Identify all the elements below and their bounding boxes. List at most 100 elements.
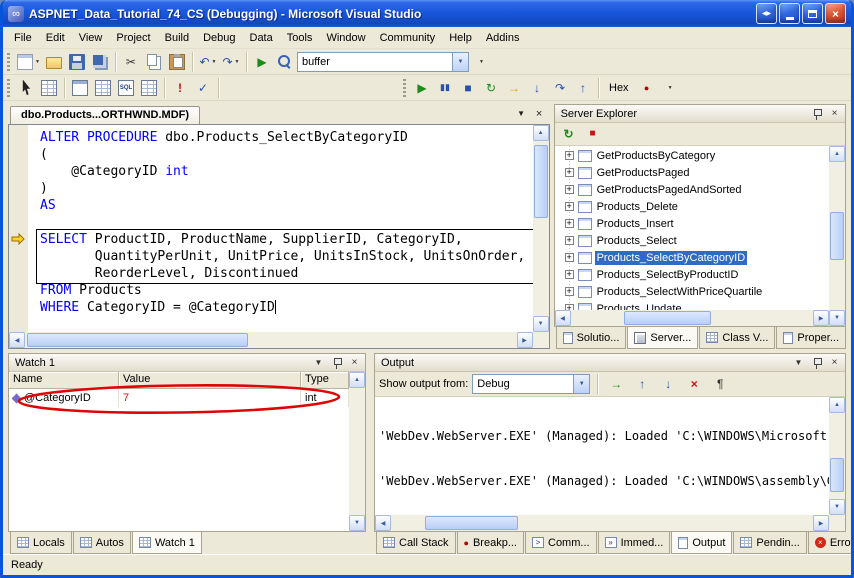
editor-horizontal-scrollbar[interactable]: ◀ ▶ <box>9 332 549 348</box>
tree-horizontal-scrollbar[interactable]: ◀ ▶ <box>555 310 829 326</box>
tab-properties[interactable]: Proper... <box>776 327 846 349</box>
editor-vertical-scrollbar[interactable]: ▲ ▼ <box>533 125 549 332</box>
scroll-down-button[interactable]: ▼ <box>533 316 549 332</box>
tab-solution-explorer[interactable]: Solutio... <box>556 327 627 349</box>
toolbar-options-button[interactable]: ▼ <box>659 77 681 99</box>
next-message-button[interactable]: ↓ <box>657 373 679 395</box>
tab-autos[interactable]: Autos <box>73 532 131 554</box>
save-all-button[interactable] <box>89 51 111 73</box>
minimize-button[interactable] <box>779 3 800 24</box>
menu-window[interactable]: Window <box>319 29 372 47</box>
document-list-button[interactable]: ▼ <box>514 106 529 121</box>
server-explorer-tree[interactable]: +GetProductsByCategory +GetProductsPaged… <box>555 146 829 326</box>
undo-button[interactable]: ↶▼ <box>197 51 219 73</box>
tree-expand-icon[interactable]: + <box>565 270 574 279</box>
code-editor[interactable]: ALTER PROCEDURE dbo.Products_SelectByCat… <box>28 125 533 332</box>
start-debug-button[interactable]: ▶ <box>251 51 273 73</box>
pin-button[interactable] <box>329 356 344 370</box>
scroll-up-button[interactable]: ▲ <box>349 372 365 388</box>
close-document-button[interactable]: × <box>532 106 547 121</box>
show-sql-pane-button[interactable]: SQL <box>115 77 137 99</box>
tree-item[interactable]: +GetProductsByCategory <box>555 147 829 164</box>
tree-item[interactable]: +Products_Insert <box>555 215 829 232</box>
scroll-track[interactable] <box>829 413 845 499</box>
tab-locals[interactable]: Locals <box>10 532 72 554</box>
tree-item[interactable]: +Products_Select <box>555 232 829 249</box>
tree-expand-icon[interactable]: + <box>565 202 574 211</box>
step-into-button[interactable]: ↓ <box>526 77 548 99</box>
tab-immediate-window[interactable]: »Immed... <box>598 532 671 554</box>
scroll-track[interactable] <box>533 141 549 316</box>
show-next-statement-button[interactable]: → <box>503 77 525 99</box>
menu-addins[interactable]: Addins <box>479 29 527 47</box>
output-vertical-scrollbar[interactable]: ▲ ▼ <box>829 397 845 515</box>
tree-item[interactable]: +Products_SelectByProductID <box>555 266 829 283</box>
tab-class-view[interactable]: Class V... <box>699 327 775 349</box>
tab-server-explorer[interactable]: Server... <box>627 327 698 349</box>
tab-error-list[interactable]: ×Error List <box>808 532 854 554</box>
menu-community[interactable]: Community <box>373 29 443 47</box>
step-over-button[interactable]: ↷ <box>549 77 571 99</box>
document-tab[interactable]: dbo.Products...ORTHWND.MDF) <box>10 106 200 124</box>
tab-watch-1[interactable]: Watch 1 <box>132 532 202 554</box>
maximize-button[interactable] <box>802 3 823 24</box>
toggle-word-wrap-button[interactable]: ¶ <box>709 373 731 395</box>
scroll-thumb[interactable] <box>534 145 548 219</box>
tab-output[interactable]: Output <box>671 532 732 554</box>
clear-all-button[interactable]: × <box>683 373 705 395</box>
column-header-value[interactable]: Value <box>119 372 301 389</box>
open-file-button[interactable] <box>43 51 65 73</box>
scroll-left-button[interactable]: ◀ <box>375 515 391 531</box>
hex-button[interactable]: Hex <box>603 80 635 96</box>
stop-refresh-button[interactable]: ■ <box>582 123 604 145</box>
pointer-button[interactable] <box>15 77 37 99</box>
close-panel-button[interactable]: × <box>827 107 842 121</box>
tab-command-window[interactable]: >Comm... <box>525 532 597 554</box>
toolbar-grip[interactable] <box>7 53 10 71</box>
add-new-item-button[interactable]: ▼ <box>15 51 42 73</box>
redo-button[interactable]: ↷▼ <box>220 51 242 73</box>
watch-vertical-scrollbar[interactable]: ▲ ▼ <box>349 372 365 531</box>
output-horizontal-scrollbar[interactable]: ◀ ▶ <box>375 515 845 531</box>
menu-tools[interactable]: Tools <box>280 29 320 47</box>
toolbar-grip[interactable] <box>7 79 10 97</box>
menu-view[interactable]: View <box>72 29 110 47</box>
scroll-right-button[interactable]: ▶ <box>517 332 533 348</box>
menu-build[interactable]: Build <box>158 29 196 47</box>
scroll-track[interactable] <box>391 515 813 531</box>
show-diagram-pane-button[interactable] <box>69 77 91 99</box>
execute-sql-button[interactable]: ! <box>169 77 191 99</box>
scroll-right-button[interactable]: ▶ <box>813 515 829 531</box>
menu-help[interactable]: Help <box>442 29 479 47</box>
verify-sql-button[interactable]: ✓ <box>192 77 214 99</box>
menu-data[interactable]: Data <box>243 29 280 47</box>
scroll-thumb[interactable] <box>425 516 518 530</box>
column-header-type[interactable]: Type <box>301 372 349 389</box>
tree-item[interactable]: +Products_SelectWithPriceQuartile <box>555 283 829 300</box>
scroll-up-button[interactable]: ▲ <box>829 397 845 413</box>
save-button[interactable] <box>66 51 88 73</box>
menu-edit[interactable]: Edit <box>39 29 72 47</box>
toolbar-grip[interactable] <box>403 79 406 97</box>
scroll-up-button[interactable]: ▲ <box>829 146 845 162</box>
scroll-track[interactable] <box>349 388 365 515</box>
close-panel-button[interactable]: × <box>827 356 842 370</box>
pin-button[interactable] <box>809 356 824 370</box>
menu-debug[interactable]: Debug <box>196 29 242 47</box>
scroll-thumb[interactable] <box>830 458 844 492</box>
breakpoint-margin[interactable] <box>9 125 28 332</box>
tree-vertical-scrollbar[interactable]: ▲ ▼ <box>829 146 845 326</box>
stop-debugging-button[interactable]: ■ <box>457 77 479 99</box>
cut-button[interactable]: ✂ <box>120 51 142 73</box>
refresh-button[interactable]: ↻ <box>558 123 580 145</box>
show-criteria-pane-button[interactable] <box>92 77 114 99</box>
previous-message-button[interactable]: ↑ <box>631 373 653 395</box>
scroll-right-button[interactable]: ▶ <box>813 310 829 326</box>
tab-pending-checkins[interactable]: Pendin... <box>733 532 806 554</box>
show-results-pane-button[interactable] <box>138 77 160 99</box>
tree-item[interactable]: +GetProductsPaged <box>555 164 829 181</box>
continue-button[interactable]: ▶ <box>411 77 433 99</box>
breakpoints-window-button[interactable]: ● <box>636 77 658 99</box>
scroll-track[interactable] <box>571 310 813 326</box>
tree-item-selected[interactable]: +Products_SelectByCategoryID <box>555 249 829 266</box>
